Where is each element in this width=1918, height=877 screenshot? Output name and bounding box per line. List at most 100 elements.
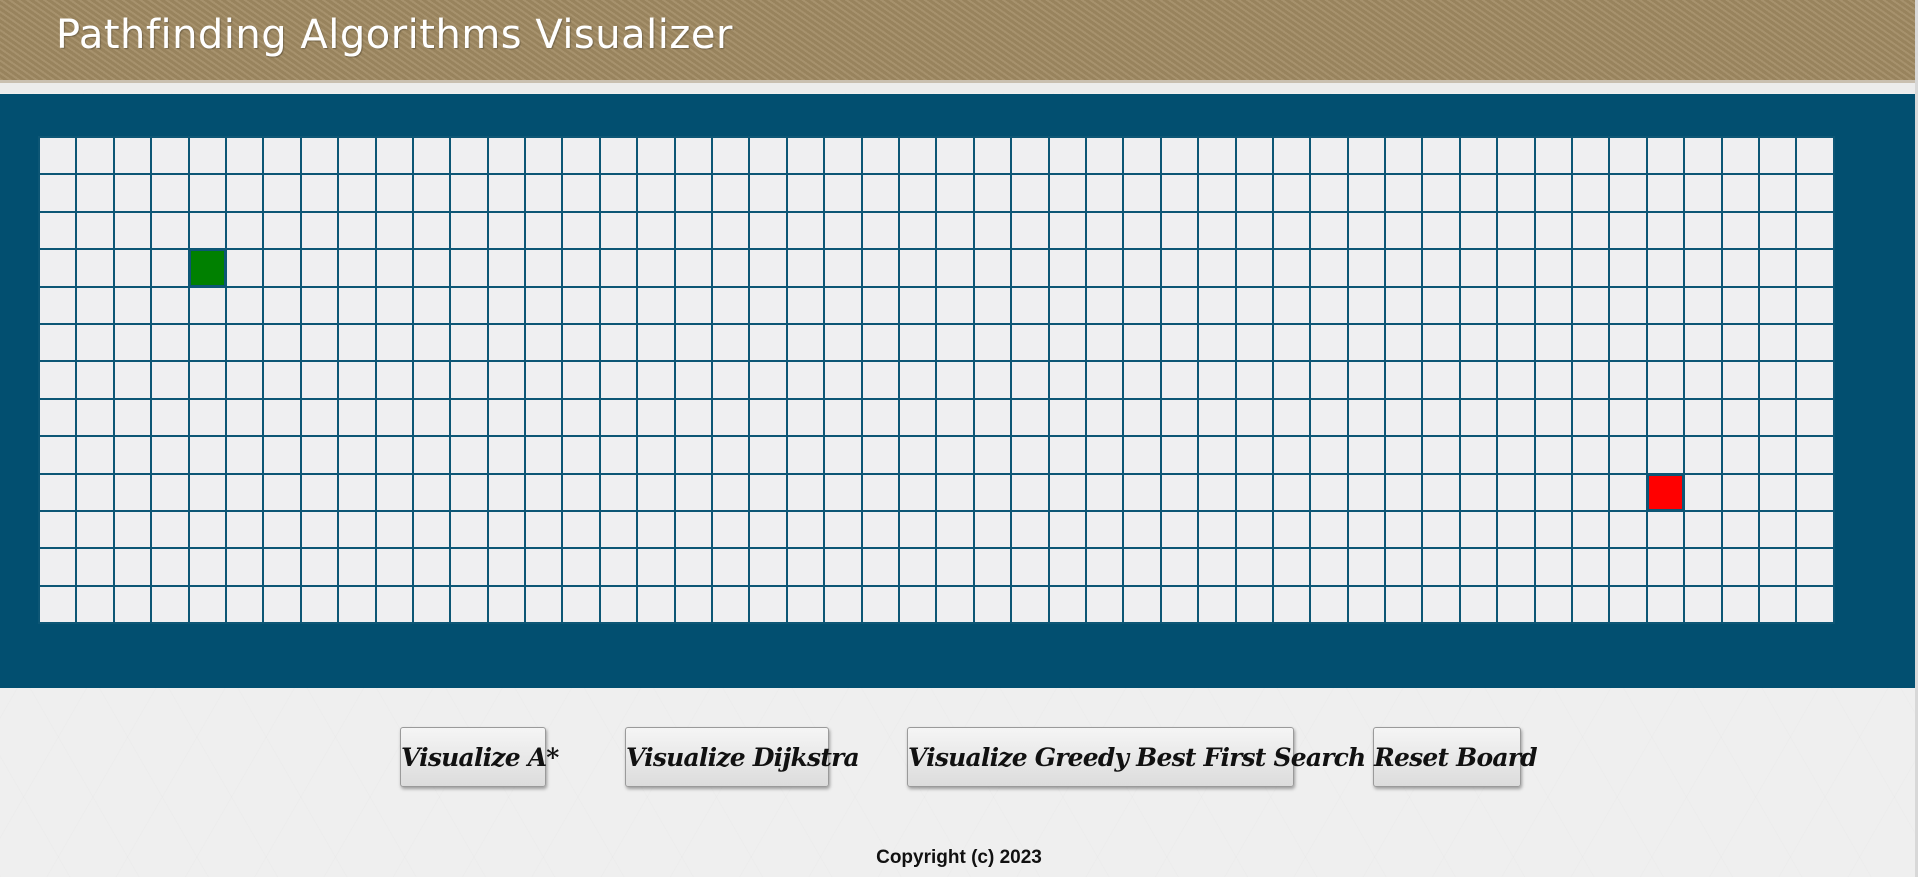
grid-cell[interactable] [1459,286,1498,324]
visualize-astar-button[interactable]: Visualize A* [400,727,559,787]
grid-cell[interactable] [936,211,974,250]
grid-cell[interactable] [300,473,339,511]
grid-cell[interactable] [749,510,787,549]
grid-cell[interactable] [487,473,526,511]
grid-cell[interactable] [786,473,825,511]
grid-cell[interactable] [1085,249,1124,287]
grid-cell[interactable] [824,323,862,362]
grid-cell[interactable] [973,548,1012,586]
grid-cell[interactable] [188,323,226,362]
grid-cell[interactable] [151,211,189,250]
grid-cell[interactable] [637,286,675,324]
grid-cell[interactable] [1347,361,1386,399]
grid-cell[interactable] [1310,361,1348,399]
grid-cell[interactable] [1721,323,1759,362]
grid-cell[interactable] [300,286,339,324]
grid-cell[interactable] [1684,137,1722,175]
grid-cell[interactable] [1235,473,1273,511]
grid-cell[interactable] [1310,473,1348,511]
grid-cell[interactable] [113,211,152,250]
grid-cell[interactable] [1085,174,1124,212]
grid-cell[interactable] [1796,510,1834,549]
grid-cell[interactable] [1609,548,1647,586]
grid-cell[interactable] [1796,137,1834,175]
grid-cell[interactable] [1646,548,1685,586]
grid-cell[interactable] [1011,398,1049,437]
grid-cell[interactable] [1572,398,1610,437]
grid-cell[interactable] [225,548,264,586]
grid-cell[interactable] [599,548,638,586]
grid-cell[interactable] [1534,548,1573,586]
grid-cell[interactable] [786,548,825,586]
grid-cell[interactable] [188,361,226,399]
grid-cell[interactable] [936,510,974,549]
grid-cell[interactable] [1572,137,1610,175]
grid-cell[interactable] [1198,510,1236,549]
grid-cell[interactable] [786,211,825,250]
grid-cell[interactable] [1123,510,1161,549]
grid-cell[interactable] [1048,286,1086,324]
grid-cell[interactable] [1347,473,1386,511]
grid-cell[interactable] [263,585,301,624]
grid-cell[interactable] [1422,548,1460,586]
grid-cell[interactable] [824,361,862,399]
grid-cell[interactable] [936,548,974,586]
grid-cell[interactable] [487,174,526,212]
grid-cell[interactable] [1721,174,1759,212]
grid-cell[interactable] [225,323,264,362]
grid-cell[interactable] [1721,585,1759,624]
grid-cell[interactable] [450,436,488,474]
grid-cell[interactable] [712,323,750,362]
grid-cell[interactable] [1235,398,1273,437]
grid-cell[interactable] [599,249,638,287]
grid-cell[interactable] [936,323,974,362]
grid-cell[interactable] [1198,323,1236,362]
grid-cell[interactable] [1684,436,1722,474]
grid-cell[interactable] [76,174,114,212]
grid-cell[interactable] [1572,585,1610,624]
grid-cell[interactable] [39,473,77,511]
grid-cell[interactable] [113,361,152,399]
grid-cell[interactable] [487,398,526,437]
grid-cell[interactable] [412,436,451,474]
grid-cell[interactable] [375,510,413,549]
grid-cell[interactable] [225,436,264,474]
grid-cell[interactable] [188,436,226,474]
grid-cell[interactable] [898,398,937,437]
grid-cell[interactable] [525,323,563,362]
grid-cell[interactable] [225,137,264,175]
grid-cell[interactable] [487,361,526,399]
grid-cell[interactable] [562,361,600,399]
grid-cell[interactable] [1085,211,1124,250]
grid-cell[interactable] [1684,361,1722,399]
grid-cell[interactable] [1085,398,1124,437]
grid-cell[interactable] [674,286,713,324]
grid-cell[interactable] [599,398,638,437]
grid-cell[interactable] [1048,361,1086,399]
grid-cell[interactable] [861,323,899,362]
grid-cell[interactable] [1085,323,1124,362]
grid-cell[interactable] [412,361,451,399]
grid-cell[interactable] [1198,249,1236,287]
grid-cell[interactable] [1011,249,1049,287]
grid-cell[interactable] [1646,510,1685,549]
grid-cell[interactable] [861,398,899,437]
grid-cell[interactable] [898,585,937,624]
grid-cell[interactable] [1310,211,1348,250]
grid-cell[interactable] [786,398,825,437]
grid-cell[interactable] [861,473,899,511]
grid-cell[interactable] [1198,286,1236,324]
grid-cell[interactable] [712,548,750,586]
grid-cell[interactable] [824,249,862,287]
grid-cell[interactable] [300,510,339,549]
grid-cell[interactable] [1272,211,1311,250]
grid-cell[interactable] [525,436,563,474]
grid-cell[interactable] [1123,361,1161,399]
grid-cell[interactable] [188,286,226,324]
grid-cell[interactable] [263,323,301,362]
grid-cell[interactable] [674,473,713,511]
grid-cell[interactable] [1048,137,1086,175]
grid-cell[interactable] [1646,323,1685,362]
grid-cell[interactable] [39,398,77,437]
grid-cell[interactable] [1235,286,1273,324]
